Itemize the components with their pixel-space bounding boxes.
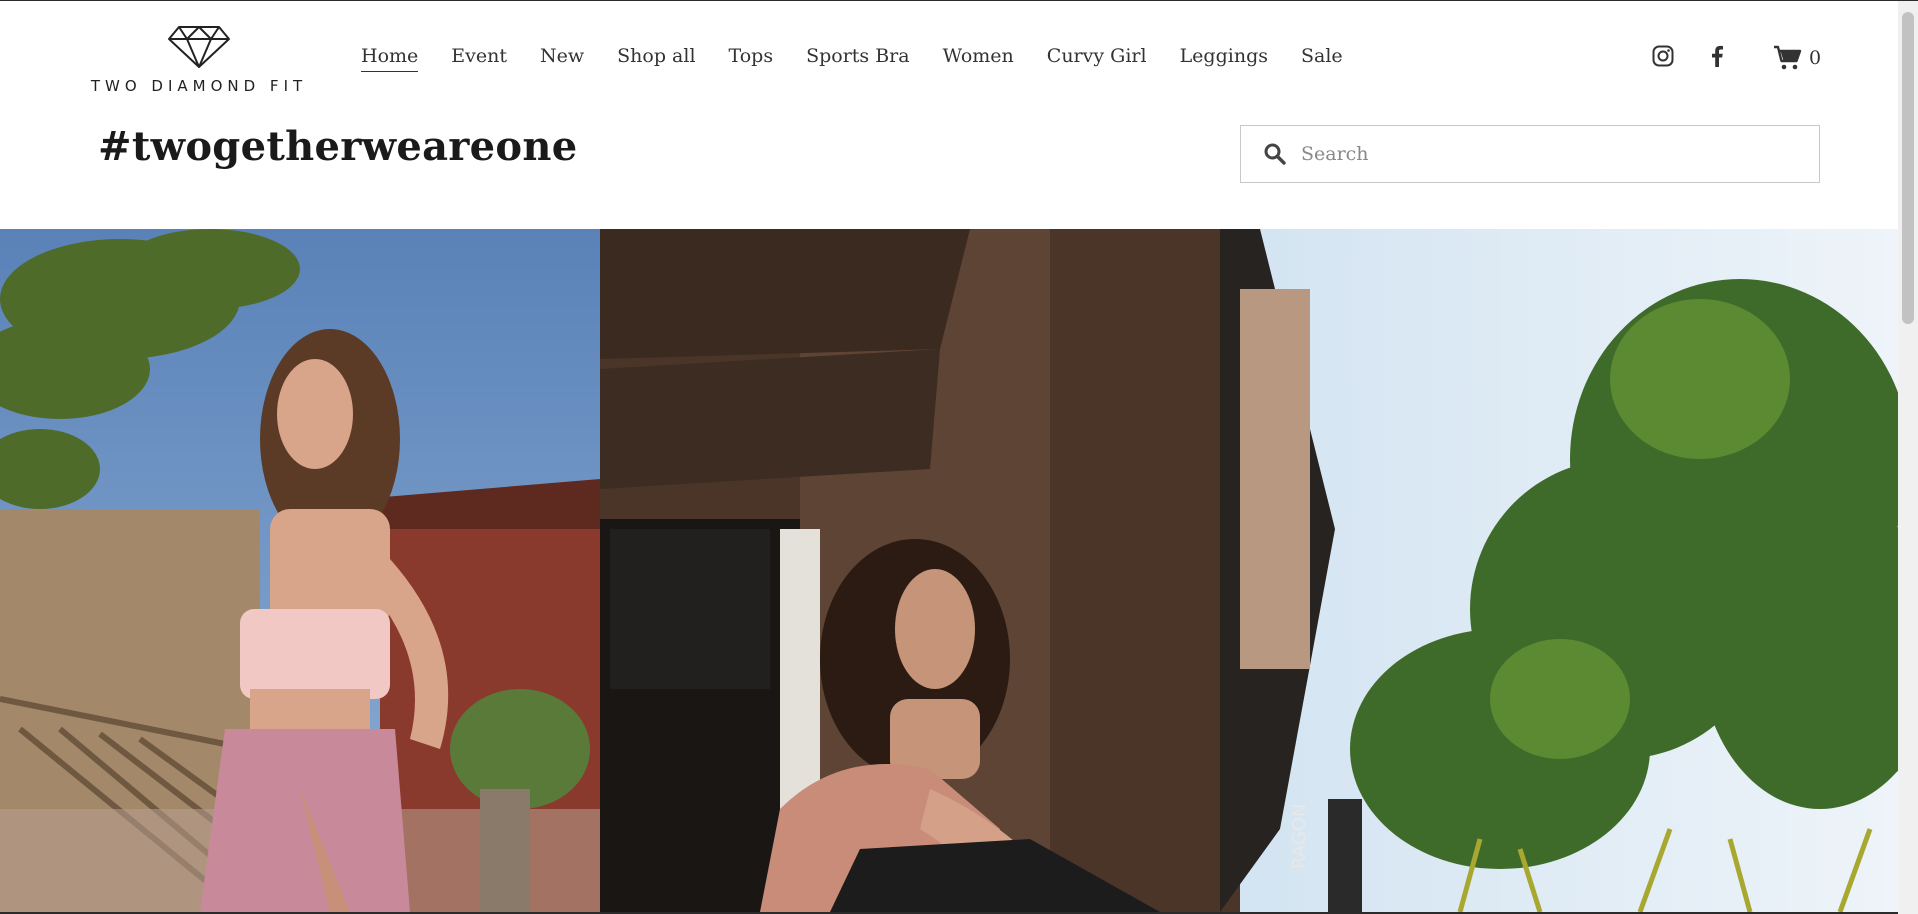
- hero-images: RAGON: [0, 229, 1898, 912]
- instagram-icon: [1652, 45, 1674, 67]
- nav-item-tops[interactable]: Tops: [729, 45, 774, 72]
- search-box[interactable]: [1240, 125, 1820, 183]
- hero-image-left[interactable]: [0, 229, 600, 912]
- nav-item-home[interactable]: Home: [361, 45, 419, 72]
- cart-count: 0: [1809, 47, 1822, 69]
- nav-item-sports-bra[interactable]: Sports Bra: [806, 45, 910, 72]
- svg-text:RAGON: RAGON: [1289, 804, 1310, 869]
- nav-item-shop-all[interactable]: Shop all: [617, 45, 695, 72]
- cart-icon: [1774, 45, 1802, 70]
- main-nav: Home Event New Shop all Tops Sports Bra …: [361, 45, 1376, 72]
- nav-item-leggings[interactable]: Leggings: [1180, 45, 1268, 72]
- cart-button[interactable]: 0: [1773, 45, 1821, 71]
- instagram-link[interactable]: [1652, 45, 1674, 67]
- nav-item-event[interactable]: Event: [451, 45, 507, 72]
- search-icon[interactable]: [1263, 142, 1287, 166]
- nav-item-sale[interactable]: Sale: [1301, 45, 1343, 72]
- nav-item-new[interactable]: New: [540, 45, 584, 72]
- search-input[interactable]: [1299, 142, 1783, 166]
- facebook-link[interactable]: [1710, 45, 1724, 67]
- hero-image-right[interactable]: RAGON: [600, 229, 1898, 912]
- nav-item-women[interactable]: Women: [943, 45, 1014, 72]
- diamond-icon: [168, 26, 230, 68]
- brand-name: TWO DIAMOND FIT: [90, 77, 308, 95]
- facebook-icon: [1712, 45, 1723, 67]
- page-title: #twogetherweareone: [98, 123, 578, 170]
- site-header: TWO DIAMOND FIT Home Event New Shop all …: [0, 1, 1898, 229]
- brand-logo[interactable]: TWO DIAMOND FIT: [80, 25, 318, 95]
- nav-item-curvy-girl[interactable]: Curvy Girl: [1047, 45, 1147, 72]
- scrollbar-thumb[interactable]: [1902, 12, 1914, 324]
